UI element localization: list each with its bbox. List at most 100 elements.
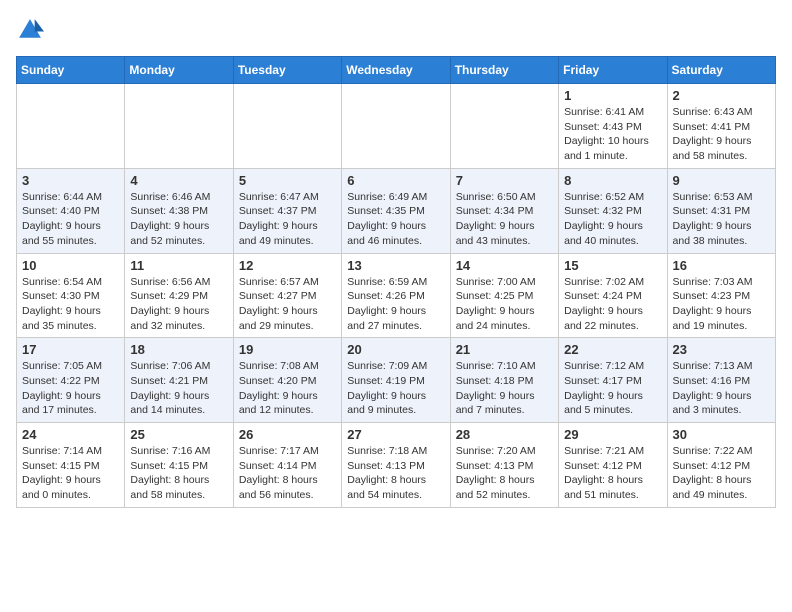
calendar-cell: 12Sunrise: 6:57 AM Sunset: 4:27 PM Dayli… bbox=[233, 253, 341, 338]
day-info: Sunrise: 6:43 AM Sunset: 4:41 PM Dayligh… bbox=[673, 105, 770, 164]
day-number: 12 bbox=[239, 258, 336, 273]
calendar-cell: 14Sunrise: 7:00 AM Sunset: 4:25 PM Dayli… bbox=[450, 253, 558, 338]
day-info: Sunrise: 7:03 AM Sunset: 4:23 PM Dayligh… bbox=[673, 275, 770, 334]
calendar-cell: 8 Sunrise: 6:52 AM Sunset: 4:32 PM Daylig… bbox=[559, 168, 667, 253]
calendar-cell: 24 Sunrise: 7:14 AM Sunset: 4:15 PM Dayli… bbox=[17, 423, 125, 508]
weekday-header-thursday: Thursday bbox=[450, 57, 558, 84]
day-number: 8 bbox=[564, 173, 661, 188]
day-info: Sunrise: 7:05 AM Sunset: 4:22 PM Dayligh… bbox=[22, 359, 119, 418]
weekday-header-wednesday: Wednesday bbox=[342, 57, 450, 84]
day-number: 5 bbox=[239, 173, 336, 188]
weekday-header-tuesday: Tuesday bbox=[233, 57, 341, 84]
day-info: Sunrise: 7:12 AM Sunset: 4:17 PM Dayligh… bbox=[564, 359, 661, 418]
day-info: Sunrise: 6:59 AM Sunset: 4:26 PM Dayligh… bbox=[347, 275, 444, 334]
calendar-week-1: 1 Sunrise: 6:41 AM Sunset: 4:43 PM Daylig… bbox=[17, 84, 776, 169]
day-number: 2 bbox=[673, 88, 770, 103]
calendar-cell: 11 Sunrise: 6:56 AM Sunset: 4:29 PM Dayli… bbox=[125, 253, 233, 338]
weekday-header-monday: Monday bbox=[125, 57, 233, 84]
day-number: 1 bbox=[564, 88, 661, 103]
logo bbox=[16, 16, 48, 44]
day-number: 22 bbox=[564, 342, 661, 357]
calendar-cell: 1 Sunrise: 6:41 AM Sunset: 4:43 PM Daylig… bbox=[559, 84, 667, 169]
calendar-header-row: SundayMondayTuesdayWednesdayThursdayFrid… bbox=[17, 57, 776, 84]
day-number: 11 bbox=[130, 258, 227, 273]
day-info: Sunrise: 6:49 AM Sunset: 4:35 PM Dayligh… bbox=[347, 190, 444, 249]
day-number: 10 bbox=[22, 258, 119, 273]
day-number: 30 bbox=[673, 427, 770, 442]
calendar-cell: 20 Sunrise: 7:09 AM Sunset: 4:19 PM Dayli… bbox=[342, 338, 450, 423]
calendar-cell: 30 Sunrise: 7:22 AM Sunset: 4:12 PM Dayli… bbox=[667, 423, 775, 508]
day-info: Sunrise: 7:17 AM Sunset: 4:14 PM Dayligh… bbox=[239, 444, 336, 503]
day-number: 14 bbox=[456, 258, 553, 273]
weekday-header-saturday: Saturday bbox=[667, 57, 775, 84]
day-info: Sunrise: 7:08 AM Sunset: 4:20 PM Dayligh… bbox=[239, 359, 336, 418]
day-info: Sunrise: 7:13 AM Sunset: 4:16 PM Dayligh… bbox=[673, 359, 770, 418]
calendar-cell: 2 Sunrise: 6:43 AM Sunset: 4:41 PM Daylig… bbox=[667, 84, 775, 169]
calendar-cell bbox=[233, 84, 341, 169]
calendar-cell bbox=[342, 84, 450, 169]
day-info: Sunrise: 6:50 AM Sunset: 4:34 PM Dayligh… bbox=[456, 190, 553, 249]
day-info: Sunrise: 6:56 AM Sunset: 4:29 PM Dayligh… bbox=[130, 275, 227, 334]
day-number: 7 bbox=[456, 173, 553, 188]
day-info: Sunrise: 7:06 AM Sunset: 4:21 PM Dayligh… bbox=[130, 359, 227, 418]
day-number: 16 bbox=[673, 258, 770, 273]
day-info: Sunrise: 7:18 AM Sunset: 4:13 PM Dayligh… bbox=[347, 444, 444, 503]
day-info: Sunrise: 7:10 AM Sunset: 4:18 PM Dayligh… bbox=[456, 359, 553, 418]
calendar-cell: 18 Sunrise: 7:06 AM Sunset: 4:21 PM Dayli… bbox=[125, 338, 233, 423]
day-number: 20 bbox=[347, 342, 444, 357]
day-number: 17 bbox=[22, 342, 119, 357]
day-number: 18 bbox=[130, 342, 227, 357]
day-number: 27 bbox=[347, 427, 444, 442]
day-number: 26 bbox=[239, 427, 336, 442]
day-info: Sunrise: 7:09 AM Sunset: 4:19 PM Dayligh… bbox=[347, 359, 444, 418]
calendar-cell: 3Sunrise: 6:44 AM Sunset: 4:40 PM Daylig… bbox=[17, 168, 125, 253]
day-info: Sunrise: 6:53 AM Sunset: 4:31 PM Dayligh… bbox=[673, 190, 770, 249]
calendar-cell: 4Sunrise: 6:46 AM Sunset: 4:38 PM Daylig… bbox=[125, 168, 233, 253]
page-header bbox=[16, 16, 776, 44]
day-info: Sunrise: 7:16 AM Sunset: 4:15 PM Dayligh… bbox=[130, 444, 227, 503]
day-number: 28 bbox=[456, 427, 553, 442]
day-number: 23 bbox=[673, 342, 770, 357]
calendar-week-3: 10 Sunrise: 6:54 AM Sunset: 4:30 PM Dayli… bbox=[17, 253, 776, 338]
calendar-cell bbox=[17, 84, 125, 169]
calendar-cell: 19Sunrise: 7:08 AM Sunset: 4:20 PM Dayli… bbox=[233, 338, 341, 423]
day-info: Sunrise: 7:20 AM Sunset: 4:13 PM Dayligh… bbox=[456, 444, 553, 503]
day-number: 21 bbox=[456, 342, 553, 357]
weekday-header-sunday: Sunday bbox=[17, 57, 125, 84]
calendar-cell: 22 Sunrise: 7:12 AM Sunset: 4:17 PM Dayli… bbox=[559, 338, 667, 423]
day-info: Sunrise: 7:21 AM Sunset: 4:12 PM Dayligh… bbox=[564, 444, 661, 503]
day-info: Sunrise: 6:54 AM Sunset: 4:30 PM Dayligh… bbox=[22, 275, 119, 334]
calendar-week-4: 17 Sunrise: 7:05 AM Sunset: 4:22 PM Dayli… bbox=[17, 338, 776, 423]
day-number: 24 bbox=[22, 427, 119, 442]
day-info: Sunrise: 6:41 AM Sunset: 4:43 PM Dayligh… bbox=[564, 105, 661, 164]
calendar-cell: 23 Sunrise: 7:13 AM Sunset: 4:16 PM Dayli… bbox=[667, 338, 775, 423]
day-number: 25 bbox=[130, 427, 227, 442]
day-number: 4 bbox=[130, 173, 227, 188]
day-number: 9 bbox=[673, 173, 770, 188]
logo-icon bbox=[16, 16, 44, 44]
calendar-cell bbox=[125, 84, 233, 169]
calendar-cell: 29 Sunrise: 7:21 AM Sunset: 4:12 PM Dayli… bbox=[559, 423, 667, 508]
calendar-cell: 6 Sunrise: 6:49 AM Sunset: 4:35 PM Daylig… bbox=[342, 168, 450, 253]
day-info: Sunrise: 7:22 AM Sunset: 4:12 PM Dayligh… bbox=[673, 444, 770, 503]
calendar-cell bbox=[450, 84, 558, 169]
calendar-cell: 5 Sunrise: 6:47 AM Sunset: 4:37 PM Daylig… bbox=[233, 168, 341, 253]
day-number: 29 bbox=[564, 427, 661, 442]
calendar-cell: 15 Sunrise: 7:02 AM Sunset: 4:24 PM Dayli… bbox=[559, 253, 667, 338]
day-info: Sunrise: 6:47 AM Sunset: 4:37 PM Dayligh… bbox=[239, 190, 336, 249]
calendar-cell: 17 Sunrise: 7:05 AM Sunset: 4:22 PM Dayli… bbox=[17, 338, 125, 423]
calendar-cell: 10 Sunrise: 6:54 AM Sunset: 4:30 PM Dayli… bbox=[17, 253, 125, 338]
day-number: 3 bbox=[22, 173, 119, 188]
calendar-cell: 9 Sunrise: 6:53 AM Sunset: 4:31 PM Daylig… bbox=[667, 168, 775, 253]
day-number: 15 bbox=[564, 258, 661, 273]
calendar-week-2: 3Sunrise: 6:44 AM Sunset: 4:40 PM Daylig… bbox=[17, 168, 776, 253]
day-number: 6 bbox=[347, 173, 444, 188]
day-info: Sunrise: 7:14 AM Sunset: 4:15 PM Dayligh… bbox=[22, 444, 119, 503]
day-info: Sunrise: 7:02 AM Sunset: 4:24 PM Dayligh… bbox=[564, 275, 661, 334]
calendar-cell: 16 Sunrise: 7:03 AM Sunset: 4:23 PM Dayli… bbox=[667, 253, 775, 338]
calendar-cell: 25 Sunrise: 7:16 AM Sunset: 4:15 PM Dayli… bbox=[125, 423, 233, 508]
calendar-cell: 21 Sunrise: 7:10 AM Sunset: 4:18 PM Dayli… bbox=[450, 338, 558, 423]
calendar-cell: 26 Sunrise: 7:17 AM Sunset: 4:14 PM Dayli… bbox=[233, 423, 341, 508]
calendar-week-5: 24 Sunrise: 7:14 AM Sunset: 4:15 PM Dayli… bbox=[17, 423, 776, 508]
day-info: Sunrise: 6:52 AM Sunset: 4:32 PM Dayligh… bbox=[564, 190, 661, 249]
